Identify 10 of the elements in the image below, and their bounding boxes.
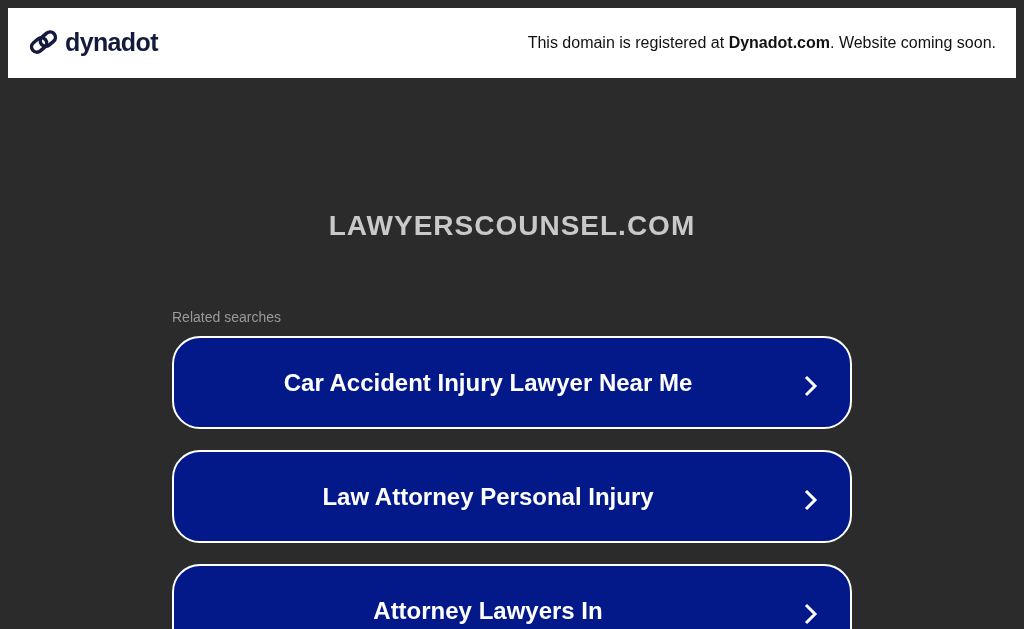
logo-text[interactable]: dynadot	[65, 24, 158, 62]
chevron-right-icon	[804, 489, 818, 511]
chevron-right-icon	[804, 375, 818, 397]
domain-title: LAWYERSCOUNSEL.COM	[328, 212, 696, 240]
search-link-button[interactable]: Attorney Lawyers In	[172, 564, 852, 629]
search-link-button[interactable]: Law Attorney Personal Injury	[172, 450, 852, 543]
related-searches-label: Related searches	[172, 310, 282, 324]
search-link-button[interactable]: Car Accident Injury Lawyer Near Me	[172, 336, 852, 429]
domain-notice: This domain is registered at Dynadot.com. Website coming soon.	[527, 33, 996, 53]
chevron-right-icon	[804, 603, 818, 625]
